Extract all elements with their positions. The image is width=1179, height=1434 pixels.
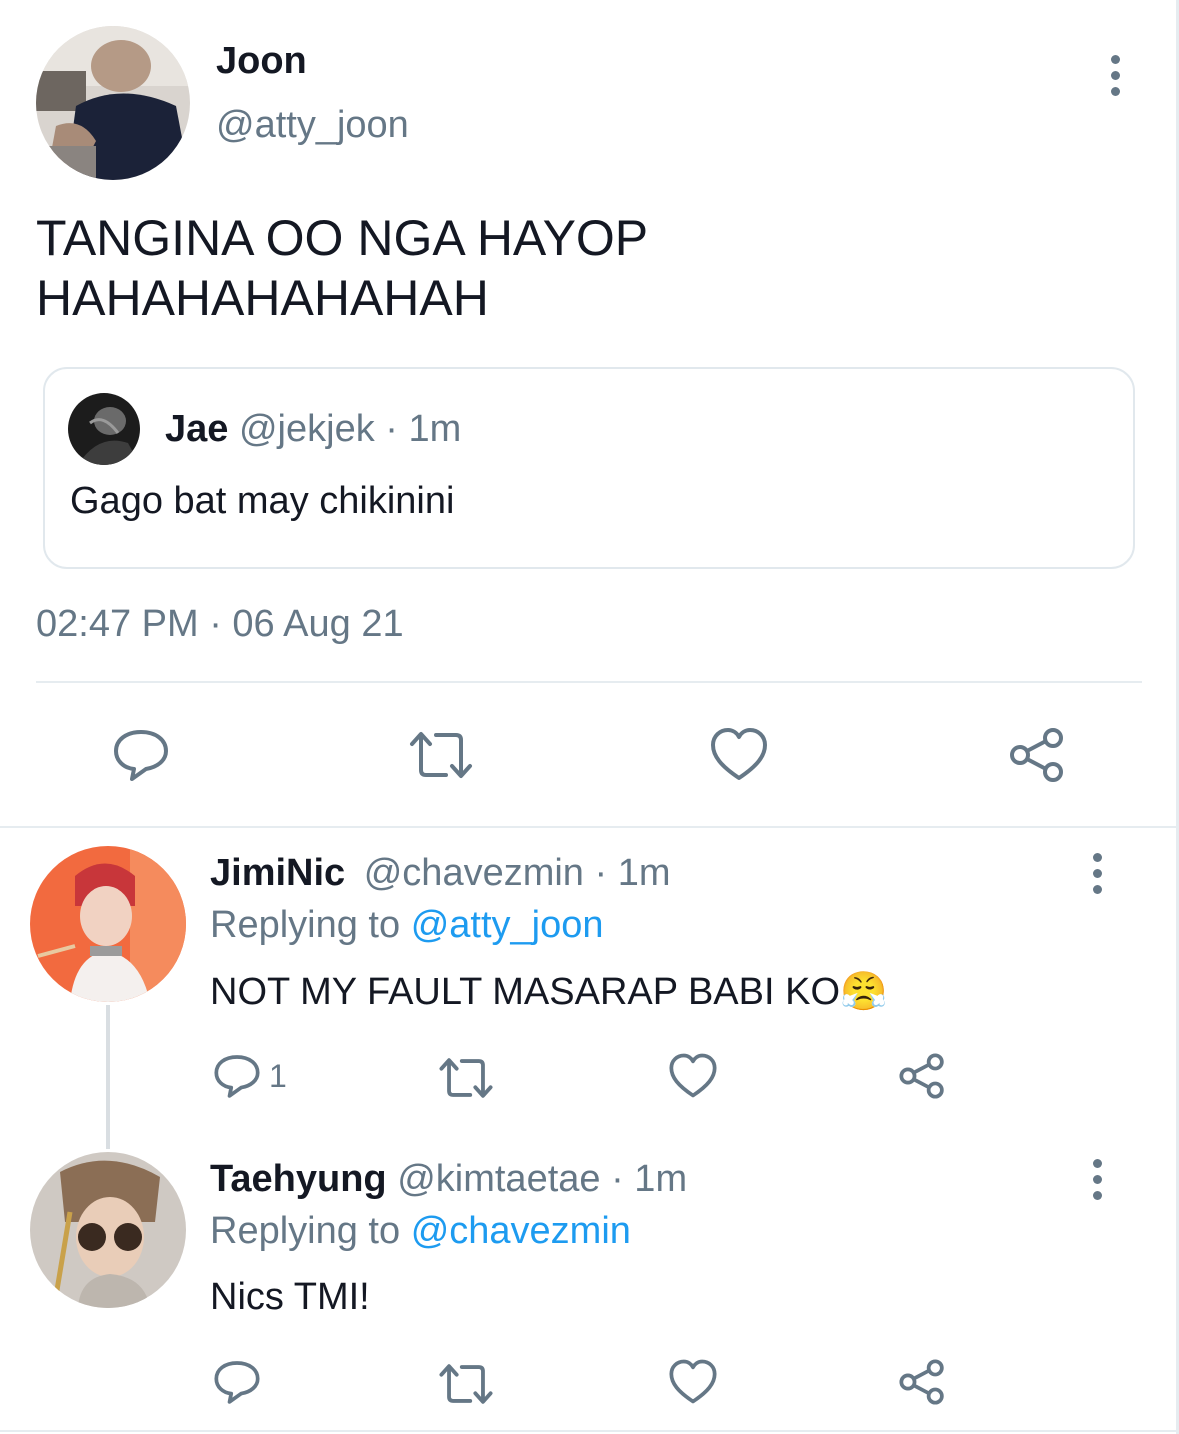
more-dot [1092,1158,1102,1168]
quoted-tweet[interactable] [43,367,1135,569]
share-button[interactable] [1008,726,1066,784]
replying-to-prefix: Replying to [210,1210,401,1252]
reply-more-menu-button[interactable] [1077,1149,1117,1209]
share-button[interactable] [898,1358,946,1406]
more-dot [1092,852,1102,862]
tweet-text: TANGINA OO NGA HAYOP HAHAHAHAHAHAH [36,208,648,328]
replying-to: Replying to @atty_joon [210,904,604,947]
replying-to-prefix: Replying to [210,904,401,946]
reply-icon [214,1361,260,1404]
reply-icon [114,730,168,781]
like-button[interactable] [668,1358,718,1405]
reply-author-name[interactable]: Taehyung [210,1158,387,1200]
share-icon [899,1359,944,1405]
like-button[interactable] [709,726,769,782]
reply-text: NOT MY FAULT MASARAP BABI KO😤 [210,969,887,1014]
retweet-icon [410,732,472,778]
divider [0,1430,1179,1432]
reply-author-handle[interactable]: @kimtaetae [397,1158,600,1200]
thread-connector-line [106,1005,110,1149]
replying-to-handle-link[interactable]: @atty_joon [411,904,604,946]
reply-time: · 1m [594,852,671,894]
reply-button[interactable] [112,726,170,784]
retweet-button[interactable] [438,1361,494,1407]
quote-time: · 1m [385,408,462,450]
quote-author-handle: @jekjek [238,408,375,450]
more-dot [1110,70,1120,80]
quote-header: Jae @jekjek · 1m [165,408,461,451]
like-icon [669,1053,717,1098]
retweet-button[interactable] [408,728,474,782]
author-handle[interactable]: @atty_joon [216,104,409,147]
reply-author-name[interactable]: JimiNic [210,852,345,894]
reply-header: JimiNic @chavezmin · 1m [210,852,671,895]
more-dot [1092,1174,1102,1184]
more-dot [1110,86,1120,96]
reply-author-handle[interactable]: @chavezmin [364,852,584,894]
quote-text: Gago bat may chikinini [70,480,455,522]
more-dot [1092,1190,1102,1200]
reply-header: Taehyung @kimtaetae · 1m [210,1158,687,1201]
reply-text: Nics TMI! [210,1276,370,1318]
share-icon [1010,728,1063,782]
like-button[interactable] [668,1052,718,1099]
avatar-photo [68,393,140,465]
retweet-icon [439,1058,493,1098]
avatar-photo [30,1152,186,1308]
like-icon [711,728,767,780]
share-button[interactable] [898,1052,946,1100]
divider [0,826,1179,828]
reply-button[interactable]: 1 [213,1052,287,1100]
share-icon [899,1053,944,1099]
author-avatar[interactable] [36,26,190,180]
like-icon [669,1359,717,1404]
reply-more-menu-button[interactable] [1077,843,1117,903]
reply-count: 1 [269,1057,287,1094]
tweet-text-line: TANGINA OO NGA HAYOP [36,210,649,266]
more-dot [1092,884,1102,894]
retweet-button[interactable] [438,1055,494,1101]
more-dot [1092,868,1102,878]
avatar-photo [30,846,186,1002]
quote-author-avatar [68,393,140,465]
reply-time: · 1m [611,1158,688,1200]
retweet-icon [439,1364,493,1404]
reply-text-body: NOT MY FAULT MASARAP BABI KO [210,971,841,1013]
reply-avatar[interactable] [30,846,186,1002]
more-dot [1110,54,1120,64]
author-name[interactable]: Joon [216,40,307,83]
replying-to-handle-link[interactable]: @chavezmin [411,1210,631,1252]
reply-avatar[interactable] [30,1152,186,1308]
tweet-more-menu-button[interactable] [1095,45,1135,105]
huffing-face-emoji: 😤 [840,969,888,1013]
tweet-text-line: HAHAHAHAHAHAH [36,270,489,326]
tweet-timestamp: 02:47 PM · 06 Aug 21 [36,603,404,645]
avatar-photo [36,26,190,180]
reply-button[interactable] [213,1358,261,1406]
reply-icon [214,1055,260,1098]
replying-to: Replying to @chavezmin [210,1210,631,1253]
quote-author-name: Jae [165,408,229,450]
divider [36,681,1142,683]
